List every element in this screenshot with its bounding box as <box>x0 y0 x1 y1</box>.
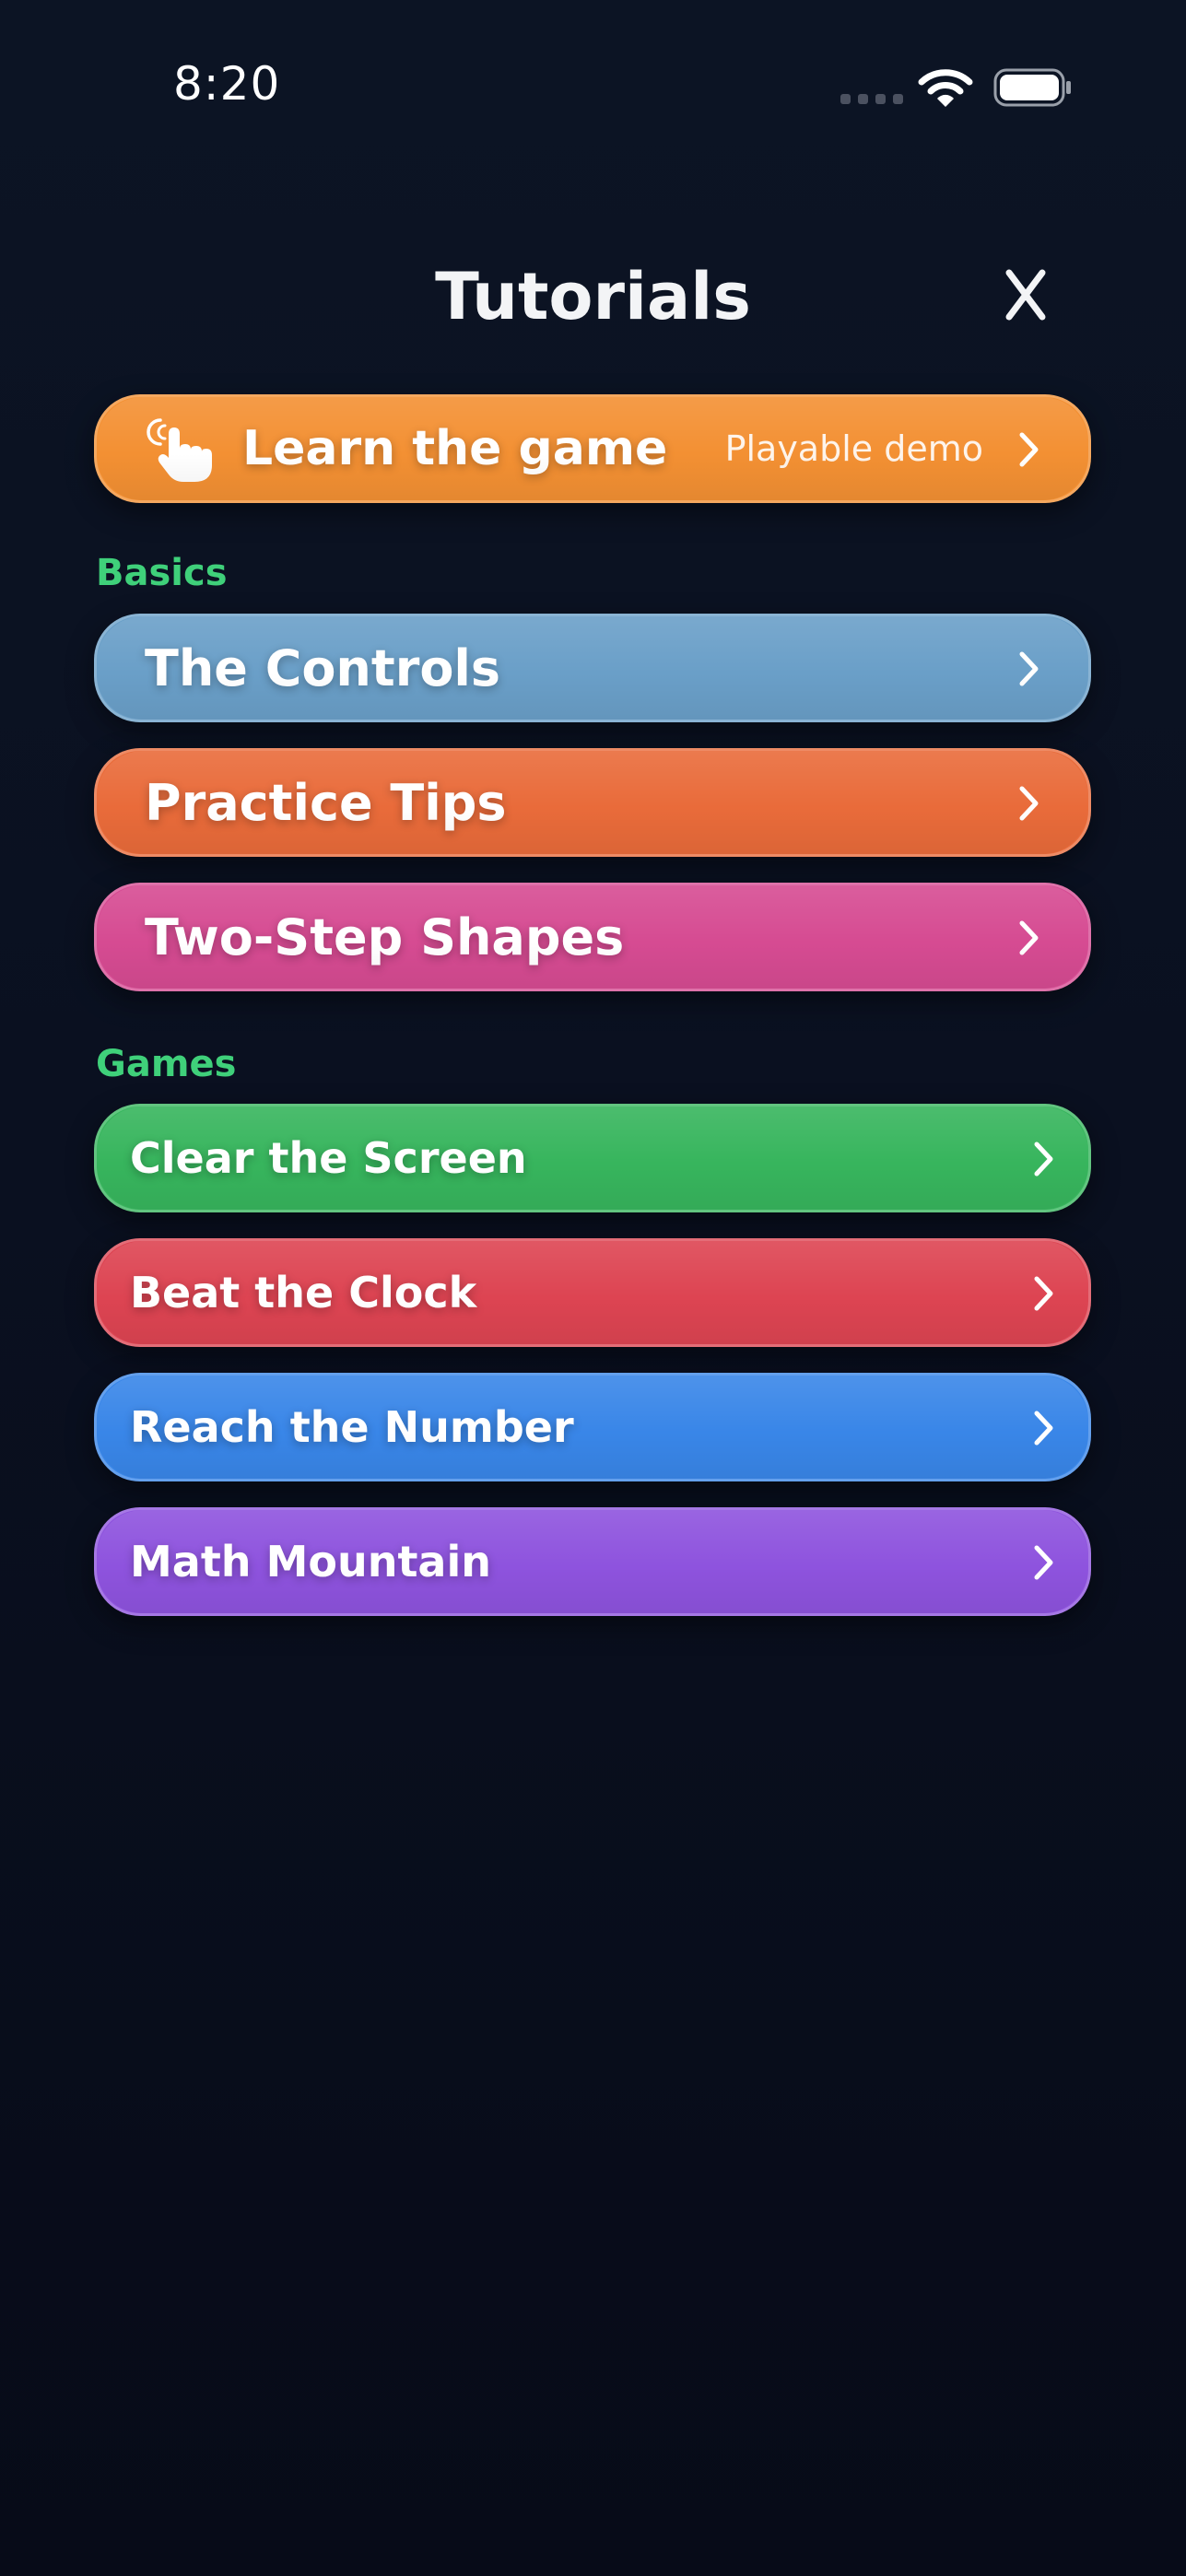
practice-tips-label: Practice Tips <box>145 773 507 832</box>
clear-the-screen-button[interactable]: Clear the Screen <box>94 1104 1091 1212</box>
cellular-signal-icon <box>840 94 903 104</box>
status-bar: 8:20 <box>0 0 1186 175</box>
status-time: 8:20 <box>173 57 281 111</box>
practice-tips-button[interactable]: Practice Tips <box>94 748 1091 857</box>
close-icon <box>1005 269 1046 321</box>
battery-icon <box>993 68 1071 107</box>
the-controls-label: The Controls <box>145 638 501 697</box>
close-button[interactable] <box>995 258 1056 332</box>
two-step-shapes-label: Two-Step Shapes <box>145 907 625 966</box>
reach-the-number-button[interactable]: Reach the Number <box>94 1373 1091 1481</box>
learn-the-game-button[interactable]: Learn the game Playable demo <box>94 394 1091 503</box>
two-step-shapes-button[interactable]: Two-Step Shapes <box>94 883 1091 991</box>
games-heading: Games <box>96 1043 237 1085</box>
chevron-right-icon <box>1019 786 1039 821</box>
reach-the-number-label: Reach the Number <box>130 1402 574 1452</box>
clear-the-screen-label: Clear the Screen <box>130 1133 527 1183</box>
wifi-icon <box>918 69 973 107</box>
chevron-right-icon <box>1034 1545 1053 1580</box>
math-mountain-button[interactable]: Math Mountain <box>94 1507 1091 1616</box>
beat-the-clock-button[interactable]: Beat the Clock <box>94 1238 1091 1347</box>
playable-demo-tag: Playable demo <box>724 428 983 469</box>
beat-the-clock-label: Beat the Clock <box>130 1268 477 1317</box>
chevron-right-icon <box>1034 1276 1053 1311</box>
basics-heading: Basics <box>96 552 228 594</box>
chevron-right-icon <box>1034 1142 1053 1177</box>
chevron-right-icon <box>1019 651 1039 686</box>
chevron-right-icon <box>1019 920 1039 955</box>
the-controls-button[interactable]: The Controls <box>94 614 1091 722</box>
chevron-right-icon <box>1034 1411 1053 1446</box>
learn-the-game-label: Learn the game <box>242 421 668 476</box>
chevron-right-icon <box>1019 432 1039 467</box>
pointing-hand-icon <box>147 418 212 482</box>
math-mountain-label: Math Mountain <box>130 1537 491 1587</box>
